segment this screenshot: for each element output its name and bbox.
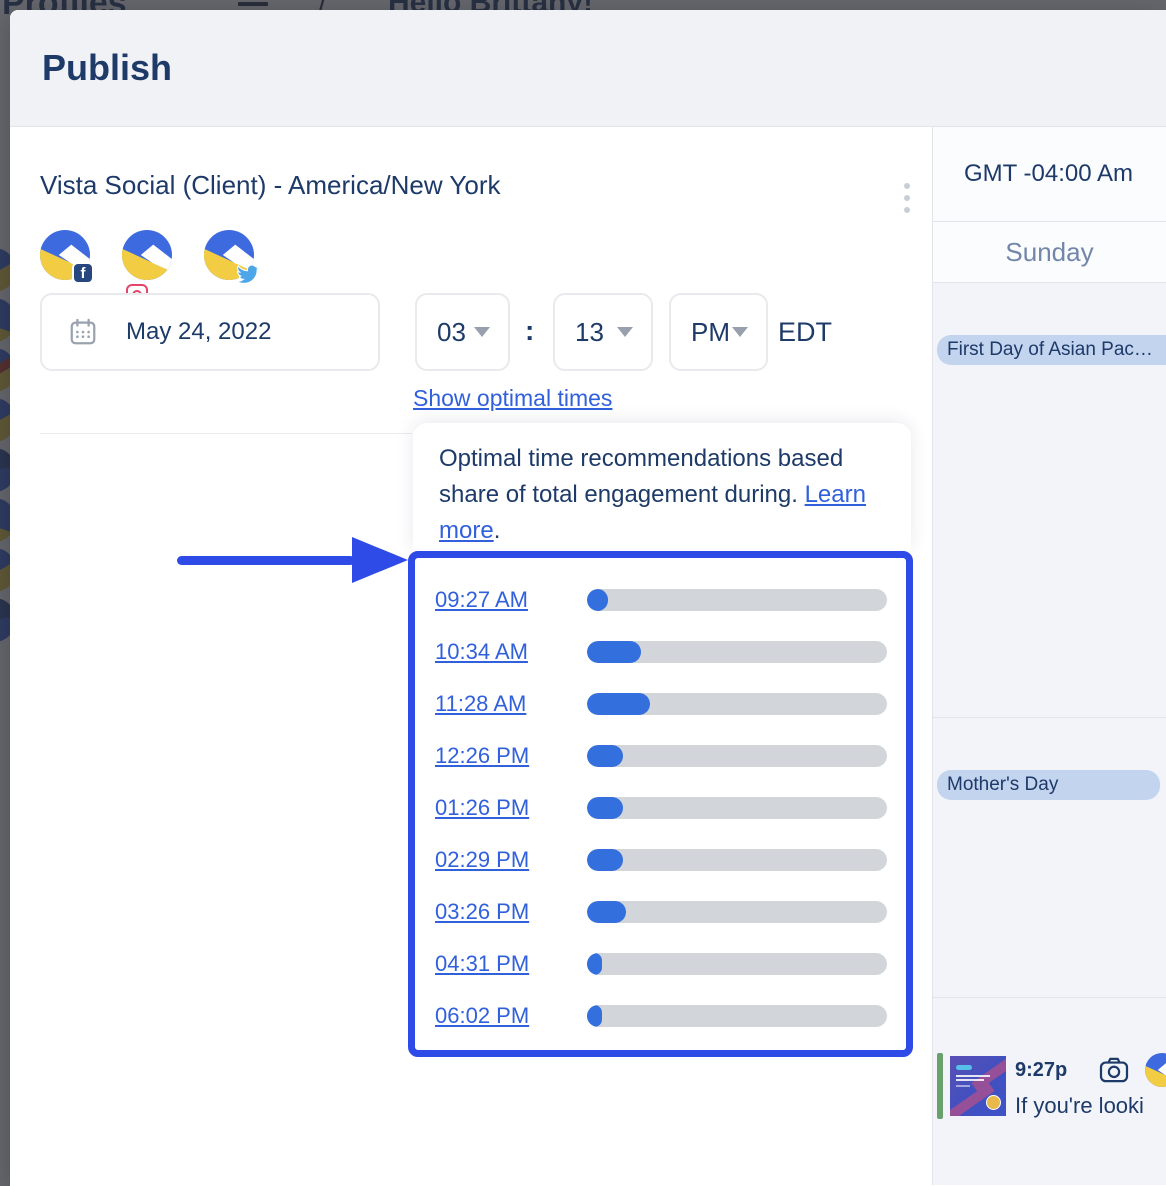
date-picker[interactable]: May 24, 2022 <box>40 293 380 371</box>
optimal-time-row: 02:29 PM <box>435 834 906 886</box>
optimal-time-row: 04:31 PM <box>435 938 906 990</box>
engagement-bar-fill <box>587 641 641 663</box>
engagement-bar-track <box>587 693 887 715</box>
section-divider <box>40 433 412 434</box>
brand-avatar <box>122 230 172 280</box>
calendar-icon <box>68 317 98 347</box>
calendar-day-header: Sunday <box>933 222 1166 283</box>
timezone-label: EDT <box>778 317 832 348</box>
optimal-time-link[interactable]: 01:26 PM <box>435 795 587 821</box>
optimal-time-row: 12:26 PM <box>435 730 906 782</box>
date-value: May 24, 2022 <box>126 318 271 346</box>
engagement-bar-track <box>587 953 887 975</box>
calendar-cell[interactable]: First Day of Asian Pac… <box>933 283 1166 718</box>
post-details: 9:27p <box>1015 1053 1166 1119</box>
engagement-bar-track <box>587 849 887 871</box>
engagement-bar-fill <box>587 589 608 611</box>
profile-group-title: Vista Social (Client) - America/New York <box>40 170 500 201</box>
tooltip-suffix: . <box>494 517 501 544</box>
optimal-time-row: 06:02 PM <box>435 990 906 1042</box>
engagement-bar-track <box>587 1005 887 1027</box>
optimal-time-row: 01:26 PM <box>435 782 906 834</box>
post-time: 9:27p <box>1015 1059 1067 1082</box>
facebook-icon: f <box>72 262 94 284</box>
optimal-time-link[interactable]: 03:26 PM <box>435 899 587 925</box>
chevron-down-icon <box>617 327 633 337</box>
post-thumbnail <box>950 1056 1006 1116</box>
optimal-time-row: 09:27 AM <box>435 574 906 626</box>
scheduled-post[interactable]: 9:27p <box>937 1053 1166 1119</box>
engagement-bar-fill <box>587 797 623 819</box>
calendar-timezone-header: GMT -04:00 Am <box>933 127 1166 222</box>
engagement-bar-fill <box>587 849 623 871</box>
calendar-cell[interactable]: Mother's Day <box>933 718 1166 998</box>
optimal-time-link[interactable]: 12:26 PM <box>435 743 587 769</box>
chevron-down-icon <box>732 327 748 337</box>
optimal-time-row: 03:26 PM <box>435 886 906 938</box>
optimal-time-link[interactable]: 10:34 AM <box>435 639 587 665</box>
calendar-panel: GMT -04:00 Am Sunday First Day of Asian … <box>932 127 1166 1185</box>
hour-select[interactable]: 03 <box>415 293 510 371</box>
optimal-time-link[interactable]: 04:31 PM <box>435 951 587 977</box>
optimal-time-link[interactable]: 02:29 PM <box>435 847 587 873</box>
optimal-time-link[interactable]: 11:28 AM <box>435 691 587 717</box>
tooltip-text: Optimal time recommendations based share… <box>439 445 843 508</box>
post-profile-avatar <box>1145 1053 1166 1087</box>
optimal-time-row: 10:34 AM <box>435 626 906 678</box>
engagement-bar-track <box>587 589 887 611</box>
engagement-bar-fill <box>587 693 650 715</box>
modal-header: Publish <box>10 10 1166 127</box>
profile-avatar-instagram[interactable] <box>122 230 172 280</box>
meridiem-value: PM <box>691 317 730 348</box>
engagement-bar-track <box>587 745 887 767</box>
post-caption: If you're looki <box>1015 1093 1166 1119</box>
calendar-event[interactable]: Mother's Day <box>937 770 1160 800</box>
meridiem-select[interactable]: PM <box>669 293 768 371</box>
time-separator: : <box>525 315 534 347</box>
show-optimal-times-link[interactable]: Show optimal times <box>413 385 612 412</box>
engagement-bar-fill <box>587 1005 602 1027</box>
more-options-button[interactable] <box>893 173 921 223</box>
optimal-time-link[interactable]: 06:02 PM <box>435 1003 587 1029</box>
connected-profiles: f <box>40 230 254 280</box>
optimal-time-row: 11:28 AM <box>435 678 906 730</box>
engagement-bar-fill <box>587 901 626 923</box>
calendar-cell[interactable]: 9:27p <box>933 998 1166 1185</box>
optimal-times-list: 09:27 AM 10:34 AM 11:28 AM 12:26 <box>408 551 913 1057</box>
engagement-bar-track <box>587 797 887 819</box>
twitter-icon <box>236 262 258 284</box>
optimal-time-link[interactable]: 09:27 AM <box>435 587 587 613</box>
engagement-bar-track <box>587 641 887 663</box>
optimal-times-tooltip: Optimal time recommendations based share… <box>413 423 911 551</box>
post-status-bar <box>937 1053 943 1119</box>
profile-avatar-twitter[interactable] <box>204 230 254 280</box>
engagement-bar-fill <box>587 953 602 975</box>
chevron-down-icon <box>474 327 490 337</box>
engagement-bar-fill <box>587 745 623 767</box>
page-title: Publish <box>42 47 172 89</box>
calendar-event[interactable]: First Day of Asian Pac… <box>937 335 1166 365</box>
camera-icon <box>1099 1057 1129 1083</box>
engagement-bar-track <box>587 901 887 923</box>
minute-value: 13 <box>575 317 604 348</box>
modal-body: Vista Social (Client) - America/New York… <box>10 127 1166 1185</box>
minute-select[interactable]: 13 <box>553 293 653 371</box>
hour-value: 03 <box>437 317 466 348</box>
publish-modal: Publish Vista Social (Client) - America/… <box>10 10 1166 1186</box>
profile-avatar-facebook[interactable]: f <box>40 230 90 280</box>
